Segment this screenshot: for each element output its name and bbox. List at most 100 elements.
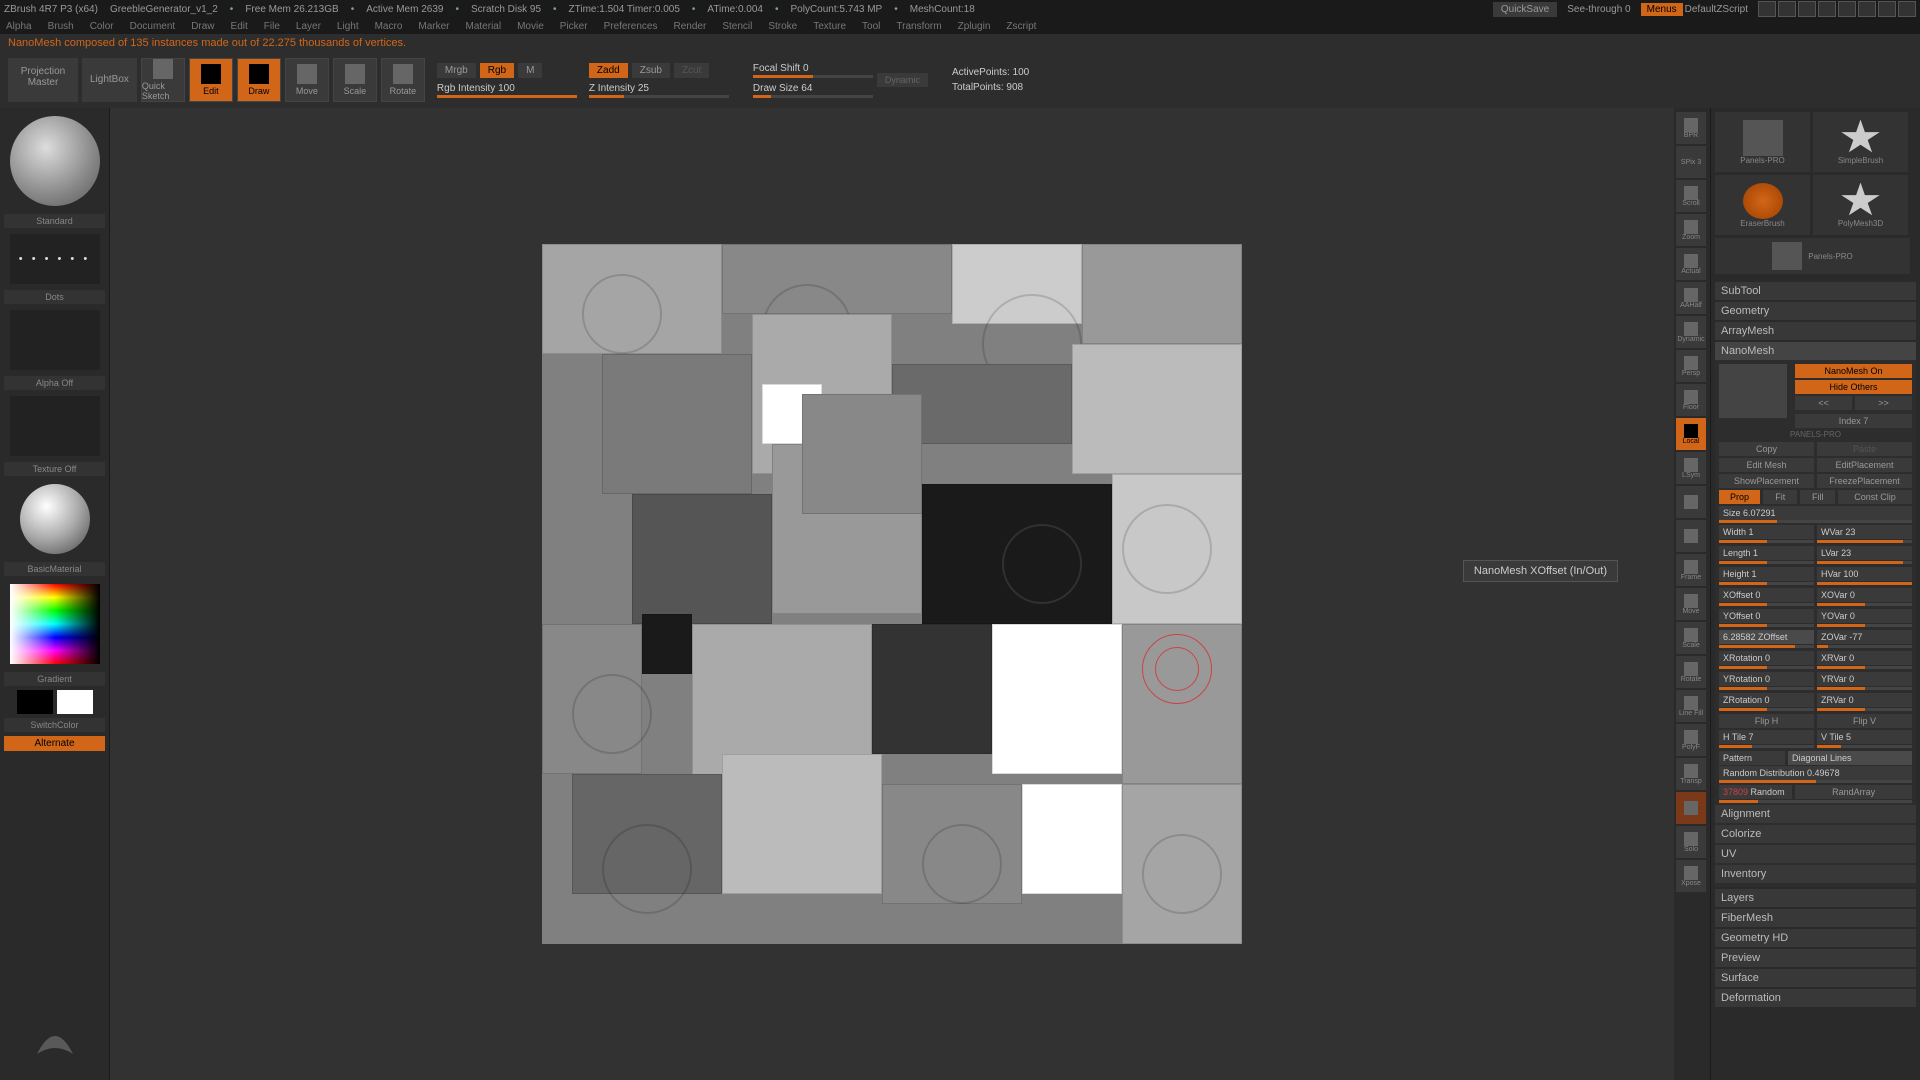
projection-master-button[interactable]: Projection Master [8, 58, 78, 102]
dock-button[interactable] [1838, 1, 1856, 17]
zcut-button[interactable]: Zcut [674, 63, 709, 78]
color-picker[interactable] [10, 584, 100, 664]
xrotation-slider[interactable]: XRotation 0 [1719, 651, 1814, 665]
brush-preview[interactable] [10, 116, 100, 206]
polyf-button[interactable]: PolyF [1676, 724, 1706, 756]
menu-zplugin[interactable]: Zplugin [958, 21, 991, 32]
swatch-white[interactable] [57, 690, 93, 714]
lsym-button[interactable]: LSym [1676, 452, 1706, 484]
zrvar-slider[interactable]: ZRVar 0 [1817, 693, 1912, 707]
persp-button[interactable]: Persp [1676, 350, 1706, 382]
randarray-button[interactable]: RandArray [1795, 785, 1912, 799]
mrgb-button[interactable]: Mrgb [437, 63, 476, 78]
index-field[interactable]: Index 7 [1795, 414, 1912, 428]
menu-marker[interactable]: Marker [418, 21, 449, 32]
hvar-slider[interactable]: HVar 100 [1817, 567, 1912, 581]
dynamic-toggle[interactable]: Dynamic [877, 73, 928, 87]
fill-button[interactable]: Fill [1800, 490, 1834, 504]
tool-thumb[interactable]: Panels-PRO [1715, 112, 1810, 172]
palette-arraymesh[interactable]: ArrayMesh [1715, 322, 1916, 340]
spix-slider[interactable]: SPix 3 [1676, 146, 1706, 178]
blank-button[interactable] [1676, 486, 1706, 518]
palette-surface[interactable]: Surface [1715, 969, 1916, 987]
rgb-intensity-slider[interactable]: Rgb Intensity 100 [437, 82, 577, 98]
palette-subtool[interactable]: SubTool [1715, 282, 1916, 300]
blank-button[interactable] [1676, 520, 1706, 552]
editplacement-button[interactable]: EditPlacement [1817, 458, 1912, 472]
m-button[interactable]: M [518, 63, 542, 78]
menu-stroke[interactable]: Stroke [768, 21, 797, 32]
editmesh-button[interactable]: Edit Mesh [1719, 458, 1814, 472]
swatch-black[interactable] [17, 690, 53, 714]
alpha-preview[interactable] [10, 310, 100, 370]
menu-document[interactable]: Document [130, 21, 176, 32]
draw-button[interactable]: Draw [237, 58, 281, 102]
linefill-button[interactable]: Line Fill [1676, 690, 1706, 722]
menu-macro[interactable]: Macro [375, 21, 403, 32]
floor-button[interactable]: Floor [1676, 384, 1706, 416]
yoffset-slider[interactable]: YOffset 0 [1719, 609, 1814, 623]
nanomesh-thumb[interactable] [1719, 364, 1787, 418]
yrvar-slider[interactable]: YRVar 0 [1817, 672, 1912, 686]
focal-shift-slider[interactable]: Focal Shift 0 [753, 62, 873, 78]
palette-preview[interactable]: Preview [1715, 949, 1916, 967]
random-dist-slider[interactable]: Random Distribution 0.49678 [1719, 766, 1912, 780]
fit-button[interactable]: Fit [1763, 490, 1797, 504]
scale-button[interactable]: Scale [1676, 622, 1706, 654]
menu-preferences[interactable]: Preferences [604, 21, 658, 32]
xoffset-slider[interactable]: XOffset 0 [1719, 588, 1814, 602]
palette-nanomesh[interactable]: NanoMesh [1715, 342, 1916, 360]
uv-header[interactable]: UV [1715, 845, 1916, 863]
alternate-button[interactable]: Alternate [4, 736, 105, 751]
fliph-button[interactable]: Flip H [1719, 714, 1814, 728]
tool-thumb[interactable]: Panels-PRO [1715, 238, 1910, 274]
zoffset-slider[interactable]: 6.28582 ZOffset [1719, 630, 1814, 644]
menu-file[interactable]: File [264, 21, 280, 32]
maximize-button[interactable] [1878, 1, 1896, 17]
material-preview[interactable] [20, 484, 90, 554]
quicksketch-button[interactable]: Quick Sketch [141, 58, 185, 102]
dock-button[interactable] [1798, 1, 1816, 17]
inventory-header[interactable]: Inventory [1715, 865, 1916, 883]
yovar-slider[interactable]: YOVar 0 [1817, 609, 1912, 623]
minimize-button[interactable] [1858, 1, 1876, 17]
menu-draw[interactable]: Draw [191, 21, 214, 32]
move-button[interactable]: Move [1676, 588, 1706, 620]
actual-button[interactable]: Actual [1676, 248, 1706, 280]
menu-transform[interactable]: Transform [896, 21, 941, 32]
constclip-button[interactable]: Const Clip [1838, 490, 1912, 504]
scroll-button[interactable]: Scroll [1676, 180, 1706, 212]
transp-button[interactable]: Transp [1676, 758, 1706, 790]
palette-deformation[interactable]: Deformation [1715, 989, 1916, 1007]
xovar-slider[interactable]: XOVar 0 [1817, 588, 1912, 602]
menu-picker[interactable]: Picker [560, 21, 588, 32]
zoom-button[interactable]: Zoom [1676, 214, 1706, 246]
palette-geometryhd[interactable]: Geometry HD [1715, 929, 1916, 947]
canvas-viewport[interactable]: NanoMesh XOffset (In/Out) [110, 108, 1674, 1080]
menu-color[interactable]: Color [90, 21, 114, 32]
scale-button[interactable]: Scale [333, 58, 377, 102]
yrotation-slider[interactable]: YRotation 0 [1719, 672, 1814, 686]
tool-thumb[interactable]: EraserBrush [1715, 175, 1810, 235]
menu-tool[interactable]: Tool [862, 21, 880, 32]
freezeplacement-button[interactable]: FreezePlacement [1817, 474, 1912, 488]
wvar-slider[interactable]: WVar 23 [1817, 525, 1912, 539]
menu-light[interactable]: Light [337, 21, 359, 32]
menu-alpha[interactable]: Alpha [6, 21, 32, 32]
tool-thumb[interactable]: PolyMesh3D [1813, 175, 1908, 235]
dynamic-button[interactable]: Dynamic [1676, 316, 1706, 348]
lightbox-button[interactable]: LightBox [82, 58, 137, 102]
prop-button[interactable]: Prop [1719, 490, 1760, 504]
width-slider[interactable]: Width 1 [1719, 525, 1814, 539]
alignment-header[interactable]: Alignment [1715, 805, 1916, 823]
flipv-button[interactable]: Flip V [1817, 714, 1912, 728]
dock-button[interactable] [1758, 1, 1776, 17]
menu-movie[interactable]: Movie [517, 21, 544, 32]
palette-layers[interactable]: Layers [1715, 889, 1916, 907]
copy-button[interactable]: Copy [1719, 442, 1814, 456]
switchcolor-button[interactable]: SwitchColor [4, 718, 105, 732]
menu-material[interactable]: Material [466, 21, 502, 32]
menu-zscript[interactable]: Zscript [1006, 21, 1036, 32]
ghost-button[interactable] [1676, 792, 1706, 824]
rgb-button[interactable]: Rgb [480, 63, 514, 78]
